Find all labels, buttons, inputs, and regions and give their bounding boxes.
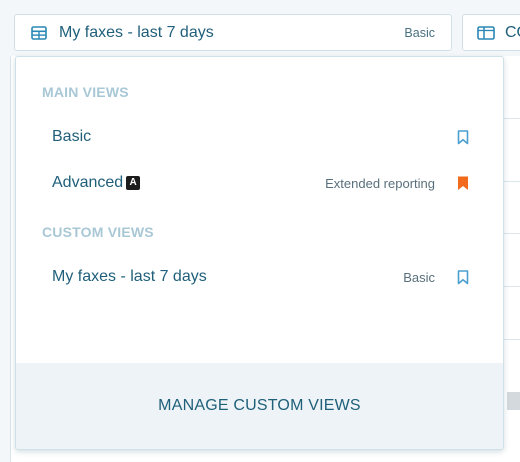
view-option-my-faxes-last-7-days[interactable]: My faxes - last 7 days Basic xyxy=(16,258,503,296)
table-row-divider xyxy=(504,233,520,234)
columns-button[interactable]: CO xyxy=(462,14,520,51)
table-row-divider xyxy=(504,181,520,182)
view-option-note: Extended reporting xyxy=(325,175,435,191)
table-row-divider xyxy=(504,118,520,119)
view-option-label: Advanced xyxy=(52,174,124,191)
columns-button-label: CO xyxy=(505,23,520,41)
main-views-heading: MAIN VIEWS xyxy=(42,84,129,100)
dropdown-footer: MANAGE CUSTOM VIEWS xyxy=(16,363,503,449)
horizontal-scrollbar-thumb[interactable] xyxy=(507,392,520,410)
views-dropdown-menu: MAIN VIEWS Basic Advanced A Extended rep… xyxy=(15,56,504,450)
view-option-label: Basic xyxy=(52,128,92,145)
custom-views-heading: CUSTOM VIEWS xyxy=(42,224,154,240)
view-option-advanced[interactable]: Advanced A Extended reporting xyxy=(16,164,503,202)
view-selector-type-badge: Basic xyxy=(404,25,435,40)
columns-icon xyxy=(477,25,495,41)
advanced-feature-badge-icon: A xyxy=(126,176,141,190)
table-row-divider xyxy=(504,339,520,340)
table-icon xyxy=(31,25,47,41)
table-row-divider xyxy=(504,286,520,287)
bookmark-outline-icon[interactable] xyxy=(457,269,469,285)
view-option-note: Basic xyxy=(403,269,435,285)
bookmark-filled-icon[interactable] xyxy=(457,176,469,191)
view-option-label: My faxes - last 7 days xyxy=(52,268,207,285)
view-option-basic[interactable]: Basic xyxy=(16,118,503,156)
view-selector[interactable]: My faxes - last 7 days Basic xyxy=(14,14,452,51)
bookmark-outline-icon[interactable] xyxy=(457,129,469,145)
manage-custom-views-link[interactable]: MANAGE CUSTOM VIEWS xyxy=(158,397,361,415)
view-selector-label: My faxes - last 7 days xyxy=(59,23,214,41)
